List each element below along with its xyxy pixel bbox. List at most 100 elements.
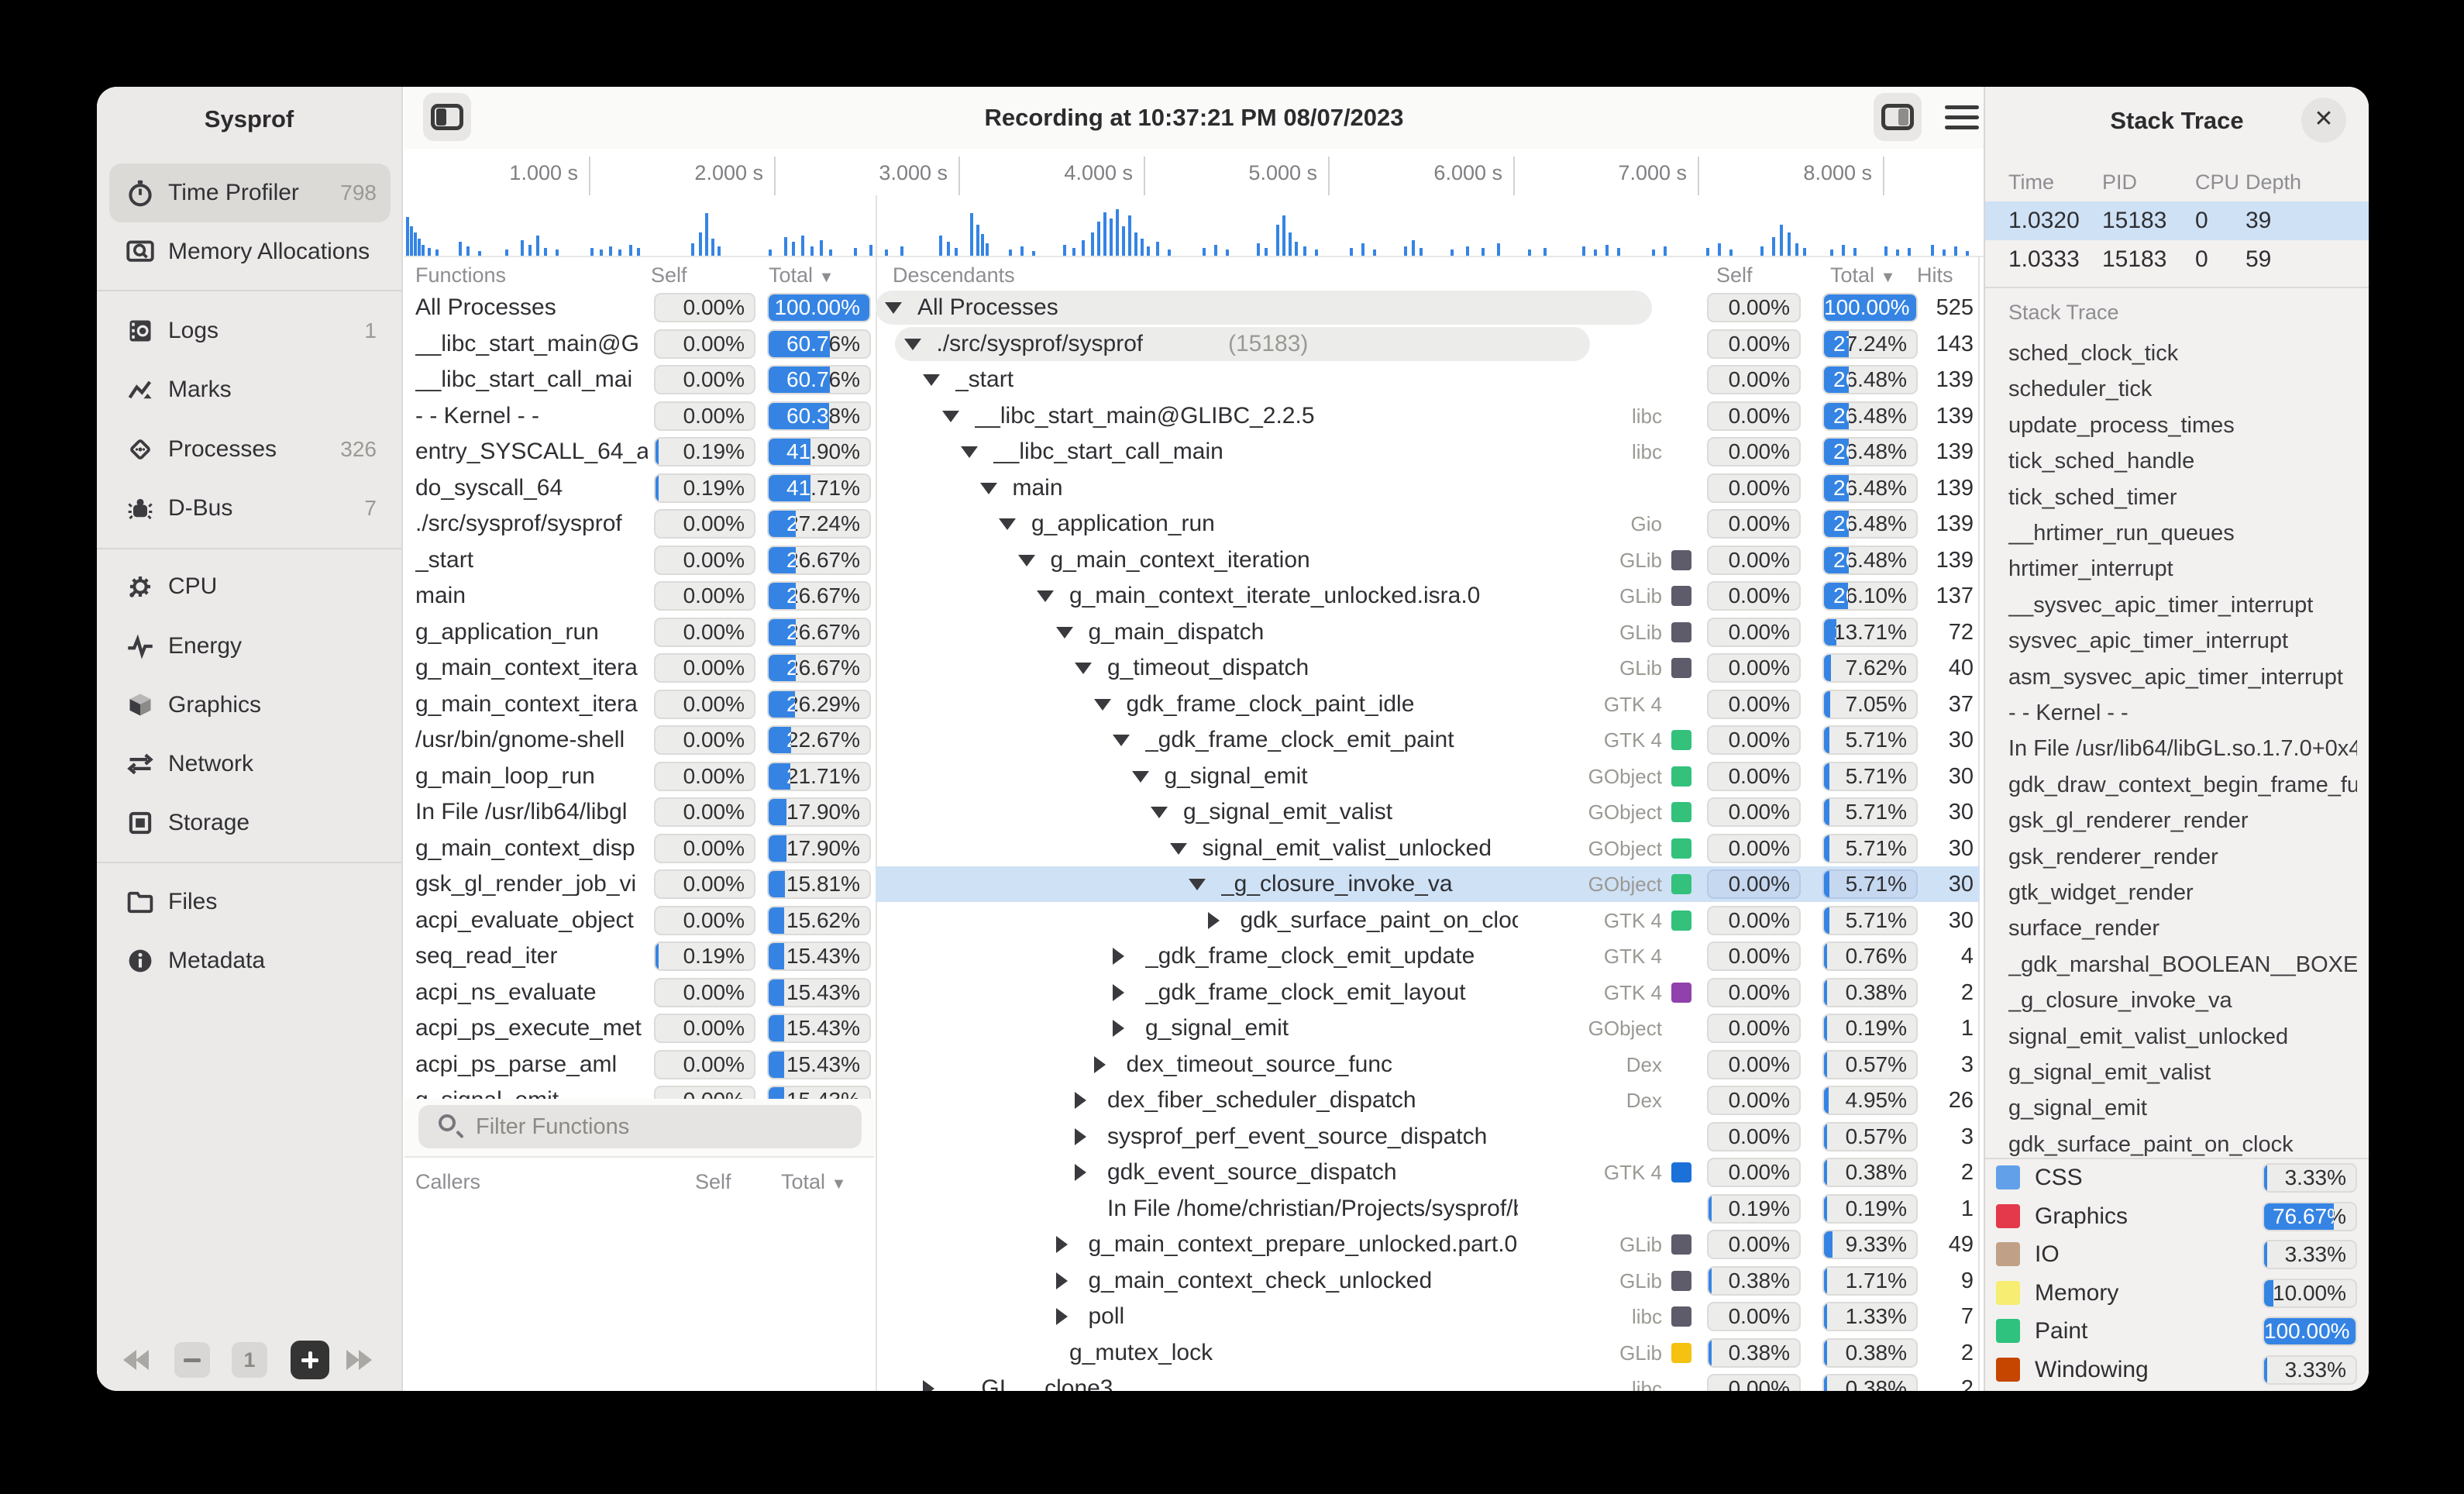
expander-closed-icon[interactable] — [1208, 912, 1220, 929]
descendant-row[interactable]: g_signal_emitGObject0.00%0.19%0.19%1 — [404, 1010, 1984, 1046]
expander-closed-icon[interactable] — [1056, 1236, 1068, 1253]
sidebar-item-network[interactable]: Network — [109, 735, 391, 793]
sample-depth-header[interactable]: Depth — [2245, 170, 2301, 194]
legend-row[interactable]: IO3.33%3.33% — [1985, 1235, 2369, 1273]
stack-frame[interactable]: - - Kernel - - — [2008, 695, 2357, 731]
descendant-row[interactable]: g_mutex_lockGLib0.38%0.38%0.38%0.38%2 — [404, 1335, 1984, 1371]
expander-open-icon[interactable] — [1189, 879, 1206, 890]
descendant-row[interactable]: _gdk_frame_clock_emit_layoutGTK 40.00%0.… — [404, 975, 1984, 1010]
stack-frame[interactable]: update_process_times — [2008, 408, 2357, 443]
sidebar-item-memory-allocations[interactable]: Memory Allocations — [109, 222, 391, 281]
expander-open-icon[interactable] — [942, 411, 959, 422]
sample-time-header[interactable]: Time — [2008, 170, 2054, 194]
descendant-row[interactable]: gdk_event_source_dispatchGTK 40.00%0.38%… — [404, 1155, 1984, 1190]
expander-open-icon[interactable] — [1170, 843, 1187, 855]
expander-open-icon[interactable] — [1037, 590, 1054, 602]
descendant-row[interactable]: _g_closure_invoke_vaGObject0.00%5.71%5.7… — [404, 866, 1984, 902]
descendant-row[interactable]: gdk_frame_clock_paint_idleGTK 40.00%7.05… — [404, 687, 1984, 722]
sidebar-item-marks[interactable]: Marks — [109, 360, 391, 419]
page-indicator[interactable]: 1 — [232, 1342, 267, 1378]
stack-frame[interactable]: sysvec_apic_timer_interrupt — [2008, 623, 2357, 659]
expander-open-icon[interactable] — [1151, 807, 1168, 818]
legend-row[interactable]: CSS3.33%3.33% — [1985, 1158, 2369, 1196]
stack-frame[interactable]: surface_render — [2008, 911, 2357, 946]
descendant-row[interactable]: __GI___clone3libc0.00%0.38%0.38%2 — [404, 1371, 1984, 1391]
stack-frame[interactable]: gdk_surface_paint_on_clock — [2008, 1127, 2357, 1162]
descendant-row[interactable]: gdk_surface_paint_on_clockGTK 40.00%5.71… — [404, 903, 1984, 938]
stack-frame[interactable]: asm_sysvec_apic_timer_interrupt — [2008, 659, 2357, 695]
sidebar-item-graphics[interactable]: Graphics — [109, 676, 391, 735]
descendant-row[interactable]: g_signal_emit_valistGObject0.00%5.71%5.7… — [404, 794, 1984, 830]
expander-closed-icon[interactable] — [1113, 984, 1124, 1001]
descendant-row[interactable]: g_application_runGio0.00%26.48%26.48%139 — [404, 506, 1984, 542]
functions-total-header[interactable]: Total ▼ — [769, 263, 834, 287]
descendant-row[interactable]: _gdk_frame_clock_emit_paintGTK 40.00%5.7… — [404, 722, 1984, 758]
sidebar-item-processes[interactable]: Processes326 — [109, 420, 391, 479]
cpu-timeline-chart[interactable] — [404, 195, 1980, 256]
sidebar-item-time-profiler[interactable]: Time Profiler798 — [109, 164, 391, 222]
descendant-row[interactable]: ./src/sysprof/sysprof(15183)0.00%27.24%2… — [404, 326, 1984, 362]
expander-closed-icon[interactable] — [1056, 1272, 1068, 1289]
stack-frame[interactable]: In File /usr/lib64/libGL.so.1.7.0+0x4b — [2008, 731, 2357, 766]
menu-button[interactable] — [1945, 98, 1985, 138]
stack-frame[interactable]: tick_sched_timer — [2008, 480, 2357, 515]
expander-open-icon[interactable] — [1018, 555, 1035, 566]
zoom-out-button[interactable] — [174, 1342, 210, 1378]
stack-frame[interactable]: __sysvec_apic_timer_interrupt — [2008, 587, 2357, 623]
stack-frame[interactable]: gtk_widget_render — [2008, 875, 2357, 911]
expander-open-icon[interactable] — [1075, 663, 1092, 674]
legend-row[interactable]: Memory10.00%10.00% — [1985, 1274, 2369, 1312]
sample-row[interactable]: 1.033315183059 — [1985, 240, 2369, 279]
expander-open-icon[interactable] — [885, 302, 902, 314]
skip-back-button[interactable] — [120, 1342, 167, 1378]
descendant-row[interactable]: dex_fiber_scheduler_dispatchDex0.00%4.95… — [404, 1083, 1984, 1118]
sidebar-item-cpu[interactable]: CPU — [109, 557, 391, 616]
toggle-right-sidebar-button[interactable] — [1874, 93, 1922, 141]
legend-row[interactable]: Paint100.00%100.00% — [1985, 1312, 2369, 1350]
descendants-total-header[interactable]: Total ▼ — [1830, 263, 1895, 287]
sidebar-item-storage[interactable]: Storage — [109, 793, 391, 852]
descendant-row[interactable]: g_main_context_check_unlockedGLib0.38%0.… — [404, 1263, 1984, 1299]
descendant-row[interactable]: g_signal_emitGObject0.00%5.71%5.71%30 — [404, 759, 1984, 794]
descendant-row[interactable]: polllibc0.00%1.33%1.33%7 — [404, 1299, 1984, 1334]
stack-frame[interactable]: gsk_gl_renderer_render — [2008, 803, 2357, 838]
expander-open-icon[interactable] — [1056, 627, 1073, 639]
zoom-in-button[interactable] — [291, 1341, 329, 1379]
descendant-row[interactable]: g_main_context_prepare_unlocked.part.0.c… — [404, 1227, 1984, 1262]
descendant-row[interactable]: g_main_context_iterationGLib0.00%26.48%2… — [404, 542, 1984, 578]
expander-closed-icon[interactable] — [1113, 948, 1124, 965]
descendant-row[interactable]: dex_timeout_source_funcDex0.00%0.57%0.57… — [404, 1047, 1984, 1083]
functions-column-header[interactable]: Functions — [415, 263, 506, 287]
legend-row[interactable]: Windowing3.33%3.33% — [1985, 1351, 2369, 1389]
stack-frame[interactable]: tick_sched_handle — [2008, 443, 2357, 479]
expander-open-icon[interactable] — [999, 518, 1016, 530]
sample-cpu-header[interactable]: CPU — [2195, 170, 2239, 194]
expander-open-icon[interactable] — [904, 339, 921, 350]
descendant-row[interactable]: sysprof_perf_event_source_dispatch0.00%0… — [404, 1119, 1984, 1155]
sidebar-item-energy[interactable]: Energy — [109, 617, 391, 676]
descendant-row[interactable]: _start0.00%26.48%26.48%139 — [404, 362, 1984, 398]
descendant-row[interactable]: __libc_start_main@GLIBC_2.2.5libc0.00%26… — [404, 398, 1984, 434]
sample-pid-header[interactable]: PID — [2102, 170, 2137, 194]
stack-frame[interactable]: signal_emit_valist_unlocked — [2008, 1019, 2357, 1055]
sidebar-item-logs[interactable]: Logs1 — [109, 301, 391, 360]
stack-frame[interactable]: _gdk_marshal_BOOLEAN__BOXEDv — [2008, 947, 2357, 983]
expander-closed-icon[interactable] — [1075, 1092, 1086, 1109]
stack-frame[interactable]: gsk_renderer_render — [2008, 839, 2357, 875]
sidebar-item-metadata[interactable]: Metadata — [109, 931, 391, 990]
descendant-row[interactable]: signal_emit_valist_unlockedGObject0.00%5… — [404, 831, 1984, 866]
stack-frame[interactable]: sched_clock_tick — [2008, 336, 2357, 371]
stack-frame[interactable]: g_signal_emit_valist — [2008, 1055, 2357, 1090]
skip-forward-button[interactable] — [343, 1342, 390, 1378]
expander-open-icon[interactable] — [1113, 735, 1130, 746]
descendant-row[interactable]: g_main_dispatchGLib0.00%13.71%13.71%72 — [404, 614, 1984, 650]
sidebar-item-files[interactable]: Files — [109, 873, 391, 931]
expander-closed-icon[interactable] — [1113, 1020, 1124, 1037]
descendant-row[interactable]: __libc_start_call_mainlibc0.00%26.48%26.… — [404, 434, 1984, 470]
expander-closed-icon[interactable] — [923, 1380, 934, 1391]
stack-frame[interactable]: g_signal_emit — [2008, 1090, 2357, 1126]
expander-closed-icon[interactable] — [1075, 1164, 1086, 1181]
descendant-row[interactable]: All Processes0.00%100.00%100.00%525 — [404, 290, 1984, 325]
descendant-row[interactable]: _gdk_frame_clock_emit_updateGTK 40.00%0.… — [404, 938, 1984, 974]
functions-self-header[interactable]: Self — [651, 263, 687, 287]
